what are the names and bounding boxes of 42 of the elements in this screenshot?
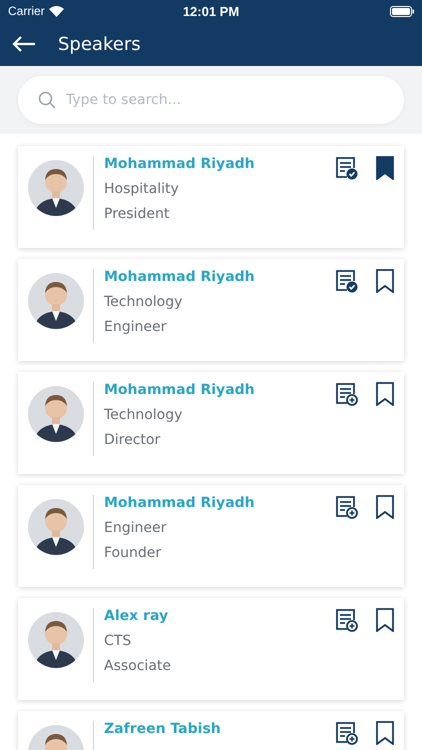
add-to-agenda-icon[interactable] xyxy=(334,608,358,632)
add-to-agenda-icon[interactable] xyxy=(334,721,358,745)
bookmark-icon[interactable] xyxy=(376,608,394,632)
speaker-card[interactable]: Mohammad Riyadh Technology Director xyxy=(18,372,404,474)
speaker-card[interactable]: Mohammad Riyadh Engineer Founder xyxy=(18,485,404,587)
bookmark-icon[interactable] xyxy=(376,269,394,293)
agenda-added-icon[interactable] xyxy=(334,269,358,293)
speaker-role: Founder xyxy=(104,545,162,561)
page-title: Speakers xyxy=(58,34,141,54)
speaker-name: Mohammad Riyadh xyxy=(104,156,256,172)
speaker-name: Mohammad Riyadh xyxy=(104,495,256,511)
add-to-agenda-icon[interactable] xyxy=(334,382,358,406)
speaker-card[interactable]: Mohammad Riyadh Hospitality President xyxy=(18,146,404,248)
speaker-name: Mohammad Riyadh xyxy=(104,382,256,398)
search-icon xyxy=(38,91,56,109)
speaker-category: Engineer xyxy=(104,520,168,536)
speaker-category: CTS xyxy=(104,633,132,649)
speaker-role: President xyxy=(104,206,170,222)
speaker-category: Technology xyxy=(104,294,184,310)
speaker-category: Technology xyxy=(104,407,184,423)
search-field[interactable]: Type to search... xyxy=(18,76,404,124)
clock-time: 12:01 PM xyxy=(182,4,240,18)
speaker-category: Hospitality xyxy=(104,181,180,197)
speaker-role: Director xyxy=(104,432,162,448)
bookmark-icon[interactable] xyxy=(376,721,394,745)
battery-icon xyxy=(390,6,414,16)
bookmark-icon[interactable] xyxy=(376,156,394,180)
speaker-name: Alex ray xyxy=(104,608,170,624)
bookmark-icon[interactable] xyxy=(376,382,394,406)
carrier-name: Carrier xyxy=(8,4,45,18)
speaker-card[interactable]: Alex ray CTS Associate xyxy=(18,598,404,700)
bookmark-icon[interactable] xyxy=(376,495,394,519)
speaker-name: Zafreen Tabish xyxy=(104,721,222,737)
speaker-role: Associate xyxy=(104,658,172,674)
speaker-card[interactable]: Mohammad Riyadh Technology Engineer xyxy=(18,259,404,361)
speaker-role: Engineer xyxy=(104,319,168,335)
wifi-icon xyxy=(48,6,64,16)
speaker-name: Mohammad Riyadh xyxy=(104,269,256,285)
speaker-card[interactable]: Zafreen Tabish xyxy=(18,711,404,750)
agenda-added-icon[interactable] xyxy=(334,156,358,180)
add-to-agenda-icon[interactable] xyxy=(334,495,358,519)
back-button[interactable] xyxy=(12,35,36,53)
